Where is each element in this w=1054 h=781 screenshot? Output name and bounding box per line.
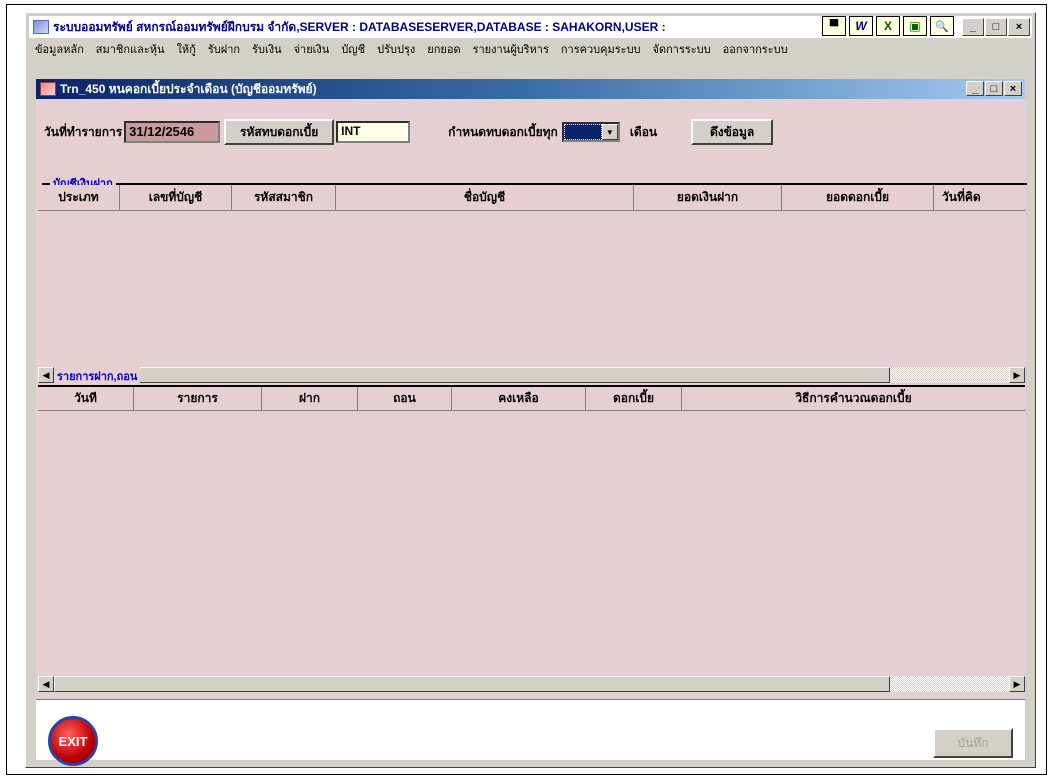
close-button[interactable]: × [1008, 18, 1030, 36]
menu-members-shares[interactable]: สมาชิกและหุ้น [90, 40, 171, 58]
menubar: ข้อมูลหลัก สมาชิกและหุ้น ให้กู้ รับฝาก ร… [29, 39, 1032, 59]
interest-code-field[interactable]: INT [336, 121, 411, 143]
scroll-track[interactable] [54, 367, 1009, 383]
exit-button[interactable]: EXIT [48, 716, 98, 766]
child-close-button[interactable]: × [1004, 81, 1022, 96]
interest-period-label: กำหนดทบดอกเบี้ยทุก [448, 124, 558, 139]
chevron-down-icon[interactable]: ▼ [601, 124, 618, 140]
scroll-right-icon[interactable]: ▶ [1009, 676, 1025, 692]
screen-icon[interactable]: ▣ [903, 16, 927, 36]
interest-period-select[interactable]: ▼ [561, 122, 620, 142]
deposit-grid-hscroll[interactable]: ◀ ▶ [38, 367, 1025, 383]
minimize-button[interactable]: _ [962, 18, 984, 36]
tx-group-caption: รายการฝาก,ถอน [54, 367, 141, 385]
scroll-track[interactable] [54, 676, 1009, 692]
menu-carry-forward[interactable]: ยกยอด [421, 40, 466, 58]
col-balance[interactable]: คงเหลือ [452, 387, 586, 410]
menu-system-management[interactable]: จัดการระบบ [647, 40, 717, 58]
child-window-controls: _ □ × [966, 81, 1022, 96]
scroll-thumb[interactable] [54, 676, 890, 692]
col-transaction[interactable]: รายการ [134, 387, 262, 410]
col-member-id[interactable]: รหัสสมาชิก [232, 185, 336, 210]
col-deposit[interactable]: ฝาก [262, 387, 358, 410]
month-label: เดือน [629, 124, 658, 139]
save-button[interactable]: บันทึก [933, 728, 1013, 758]
color-palette-icon[interactable]: ▀ [822, 16, 846, 36]
menu-logout[interactable]: ออกจากระบบ [717, 40, 794, 58]
child-titlebar: Trn_450 หนคอกเบี้ยประจำเดือน (บัญชีออมทร… [36, 79, 1025, 99]
tx-grid-hscroll[interactable]: ◀ ▶ [38, 676, 1025, 692]
app-window-controls: _ □ × [962, 18, 1030, 36]
scroll-left-icon[interactable]: ◀ [38, 676, 54, 692]
menu-pay-money[interactable]: จ่ายเงิน [288, 40, 336, 58]
interest-code-button[interactable]: รหัสทบดอกเบี้ย [224, 119, 335, 145]
footer-panel: EXIT บันทึก [36, 699, 1025, 766]
col-deposit-balance[interactable]: ยอดเงินฝาก [634, 185, 782, 210]
col-withdraw[interactable]: ถอน [358, 387, 452, 410]
exit-label: EXIT [58, 733, 88, 749]
menu-loans[interactable]: ให้กู้ [171, 40, 202, 58]
col-date[interactable]: วันที [38, 387, 134, 410]
transaction-date-label: วันที่ทำรายการ [44, 124, 123, 139]
scroll-right-icon[interactable]: ▶ [1009, 367, 1025, 383]
child-title: Trn_450 หนคอกเบี้ยประจำเดือน (บัญชีออมทร… [60, 81, 317, 96]
search-icon[interactable]: 🔍 [930, 16, 954, 36]
fetch-data-button[interactable]: ดึงข้อมูล [691, 119, 774, 145]
menu-master-data[interactable]: ข้อมูลหลัก [29, 40, 90, 58]
scroll-left-icon[interactable]: ◀ [38, 367, 54, 383]
excel-icon[interactable]: X [876, 16, 900, 36]
col-interest[interactable]: ดอกเบี้ย [586, 387, 682, 410]
app-titlebar: ระบบออมทรัพย์ สหกรณ์ออมทรัพย์ฝึกบรม จำกั… [29, 16, 1032, 38]
criteria-row: วันที่ทำรายการ 31/12/2546 รหัสทบดอกเบี้ย… [44, 119, 774, 145]
tx-grid-body[interactable] [38, 412, 1025, 675]
col-account-no[interactable]: เลขที่บัญชี [120, 185, 232, 210]
app-title: ระบบออมทรัพย์ สหกรณ์ออมทรัพย์ฝึกบรม จำกั… [53, 19, 666, 34]
menu-executive-reports[interactable]: รายงานผู้บริหาร [467, 40, 555, 58]
deposit-grid-header: ประเภท เลขที่บัญชี รหัสสมาชิก ชื่อบัญชี … [38, 185, 1025, 211]
menu-deposits[interactable]: รับฝาก [202, 40, 246, 58]
tx-grid-header: วันที รายการ ฝาก ถอน คงเหลือ ดอกเบี้ย วิ… [38, 385, 1025, 411]
word-icon[interactable]: W [849, 16, 873, 36]
menu-receive-money[interactable]: รับเงิน [246, 40, 288, 58]
col-account-name[interactable]: ชื่อบัญชี [336, 185, 634, 210]
interest-posting-window: Trn_450 หนคอกเบี้ยประจำเดือน (บัญชีออมทร… [34, 77, 1027, 766]
col-interest-amount[interactable]: ยอดดอกเบี้ย [782, 185, 934, 210]
menu-adjust[interactable]: ปรับปรุง [371, 40, 421, 58]
deposit-grid-body[interactable] [38, 212, 1025, 366]
transaction-date-field[interactable]: 31/12/2546 [124, 121, 221, 143]
col-interest-method[interactable]: วิธีการคำนวณดอกเบี้ย [682, 387, 1025, 410]
col-calc-date[interactable]: วันที่คิด [934, 185, 1025, 210]
scroll-thumb[interactable] [54, 367, 890, 383]
interest-period-value [563, 124, 602, 140]
app-icon [33, 20, 49, 34]
child-minimize-button[interactable]: _ [966, 81, 984, 96]
window-icon [40, 82, 56, 96]
main-app-window: ระบบออมทรัพย์ สหกรณ์ออมทรัพย์ฝึกบรม จำกั… [25, 12, 1036, 768]
menu-system-control[interactable]: การควบคุมระบบ [555, 40, 647, 58]
quick-launch-toolbar: ▀ W X ▣ 🔍 [822, 16, 954, 36]
child-maximize-button[interactable]: □ [985, 81, 1003, 96]
col-type[interactable]: ประเภท [38, 185, 120, 210]
menu-accounts[interactable]: บัญชี [335, 40, 371, 58]
maximize-button[interactable]: □ [985, 18, 1007, 36]
